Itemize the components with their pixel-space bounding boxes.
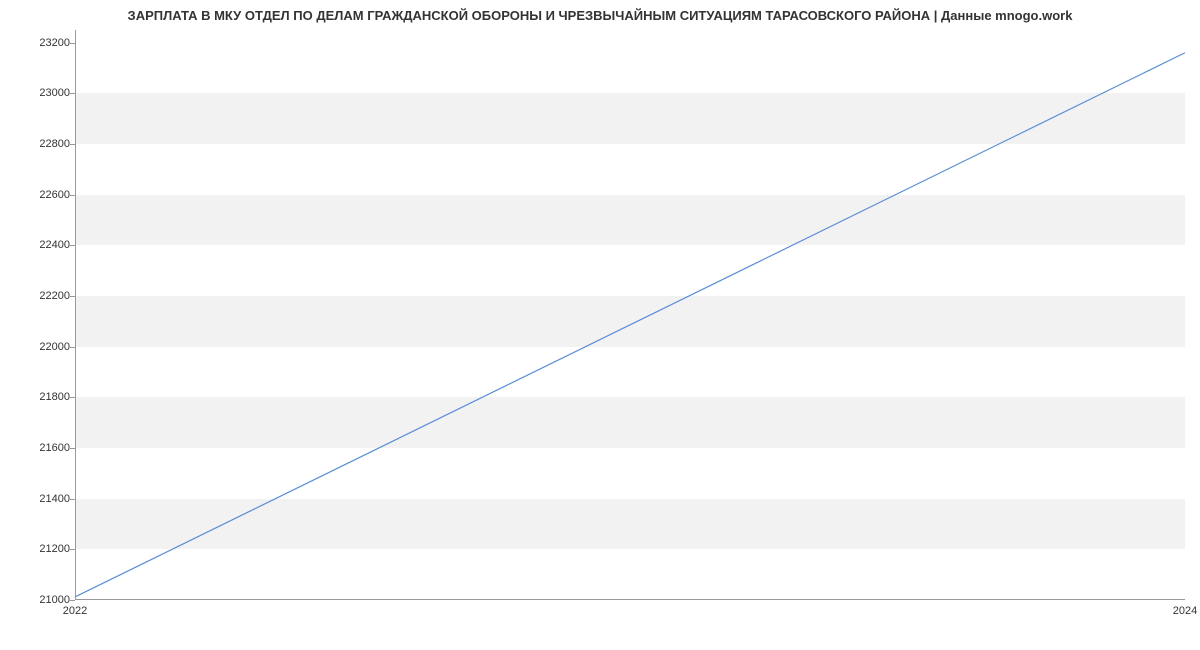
y-tick-label: 22600: [10, 189, 70, 201]
x-tick-label: 2022: [63, 605, 87, 617]
x-tick-label: 2024: [1173, 605, 1197, 617]
y-tick-label: 23000: [10, 87, 70, 99]
y-tick-label: 21800: [10, 391, 70, 403]
y-tick-label: 21400: [10, 493, 70, 505]
y-tick-label: 22200: [10, 290, 70, 302]
y-tick-mark: [70, 549, 75, 550]
y-tick-label: 22400: [10, 239, 70, 251]
chart-line-svg: [76, 30, 1185, 599]
chart-title: ЗАРПЛАТА В МКУ ОТДЕЛ ПО ДЕЛАМ ГРАЖДАНСКО…: [0, 8, 1200, 23]
y-tick-mark: [70, 144, 75, 145]
y-tick-label: 23200: [10, 37, 70, 49]
chart-container: ЗАРПЛАТА В МКУ ОТДЕЛ ПО ДЕЛАМ ГРАЖДАНСКО…: [0, 0, 1200, 650]
y-tick-mark: [70, 448, 75, 449]
y-tick-mark: [70, 195, 75, 196]
y-tick-label: 21200: [10, 543, 70, 555]
y-tick-mark: [70, 245, 75, 246]
y-tick-mark: [70, 397, 75, 398]
y-tick-mark: [70, 499, 75, 500]
y-tick-mark: [70, 296, 75, 297]
y-tick-mark: [70, 93, 75, 94]
y-tick-label: 22800: [10, 138, 70, 150]
data-line: [76, 53, 1185, 597]
y-tick-mark: [70, 600, 75, 601]
y-tick-label: 22000: [10, 341, 70, 353]
y-tick-mark: [70, 347, 75, 348]
y-tick-label: 21000: [10, 594, 70, 606]
y-tick-label: 21600: [10, 442, 70, 454]
y-tick-mark: [70, 43, 75, 44]
plot-area: [75, 30, 1185, 600]
